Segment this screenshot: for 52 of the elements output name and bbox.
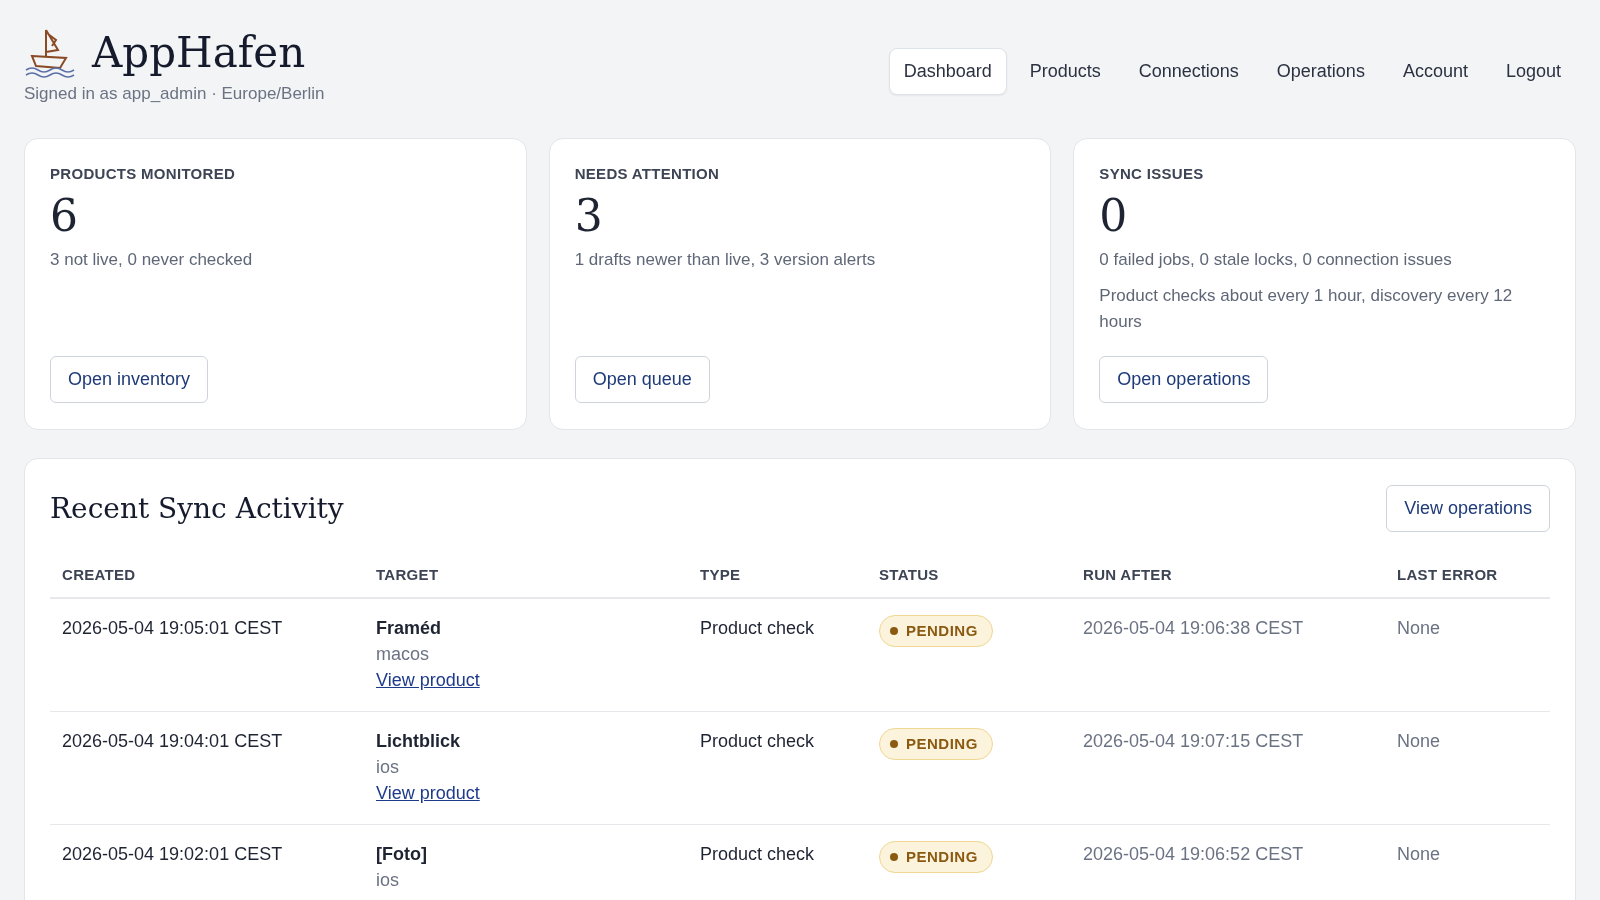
run-after-time: 2026-05-04 19:07:15 CEST <box>1083 731 1304 751</box>
signed-in-text: Signed in as app_admin · Europe/Berlin <box>24 84 325 104</box>
view-product-link[interactable]: View product <box>376 670 480 690</box>
column-header: LAST ERROR <box>1397 566 1498 583</box>
job-type: Product check <box>700 618 815 638</box>
card-value: 3 <box>574 190 603 241</box>
column-header: RUN AFTER <box>1083 566 1172 583</box>
last-error: None <box>1397 618 1441 638</box>
card-title: PRODUCTS MONITORED <box>50 165 236 182</box>
created-time: 2026-05-04 19:02:01 CEST <box>62 844 283 864</box>
card-note: 1 drafts newer than live, 3 version alerts <box>574 249 876 271</box>
card-note: 0 failed jobs, 0 stale locks, 0 connection issues <box>1099 249 1452 271</box>
card-value: 6 <box>50 190 78 241</box>
nav-tab[interactable]: Connections <box>1123 48 1254 95</box>
card-title: NEEDS ATTENTION <box>574 165 720 182</box>
job-type: Product check <box>700 731 815 751</box>
open-button[interactable]: Open operations <box>1099 356 1269 403</box>
target-name: [Foto] <box>376 843 428 866</box>
card-title: SYNC ISSUES <box>1099 165 1204 182</box>
column-header: CREATED <box>62 566 136 583</box>
card-value: 0 <box>1099 190 1128 241</box>
status-badge: PENDING <box>879 841 993 873</box>
nav-tab[interactable]: Logout <box>1490 48 1576 95</box>
target-name: Lichtblick <box>376 730 461 753</box>
job-type: Product check <box>700 844 815 864</box>
platform-text: ios <box>376 756 400 779</box>
run-after-time: 2026-05-04 19:06:38 CEST <box>1083 618 1304 638</box>
app-title: AppHafen <box>92 27 306 77</box>
card-note: 3 not live, 0 never checked <box>50 249 253 271</box>
column-header: TARGET <box>376 566 439 583</box>
card-note: Product checks about every 1 hour, discovery every 12 hours <box>1099 285 1514 333</box>
platform-text: ios <box>376 869 400 892</box>
column-header: STATUS <box>879 566 939 583</box>
view-product-link[interactable]: View product <box>376 783 480 803</box>
open-button[interactable]: Open queue <box>574 356 710 403</box>
status-badge: PENDING <box>879 728 993 760</box>
section-title: Recent Sync Activity <box>50 492 344 525</box>
nav-tab[interactable]: Operations <box>1261 48 1380 95</box>
nav-tab[interactable]: Dashboard <box>888 48 1007 95</box>
created-time: 2026-05-04 19:04:01 CEST <box>62 731 283 751</box>
view-operations-button[interactable]: View operations <box>1386 485 1550 532</box>
created-time: 2026-05-04 19:05:01 CEST <box>62 618 283 638</box>
target-name: Framéd <box>376 617 443 640</box>
run-after-time: 2026-05-04 19:06:52 CEST <box>1083 844 1304 864</box>
platform-text: macos <box>376 643 430 666</box>
open-button[interactable]: Open inventory <box>50 356 209 403</box>
nav-tab[interactable]: Products <box>1014 48 1116 95</box>
last-error: None <box>1397 731 1441 751</box>
column-header: TYPE <box>700 566 741 583</box>
last-error: None <box>1397 844 1441 864</box>
nav-tab[interactable]: Account <box>1387 48 1483 95</box>
status-badge: PENDING <box>879 615 993 647</box>
